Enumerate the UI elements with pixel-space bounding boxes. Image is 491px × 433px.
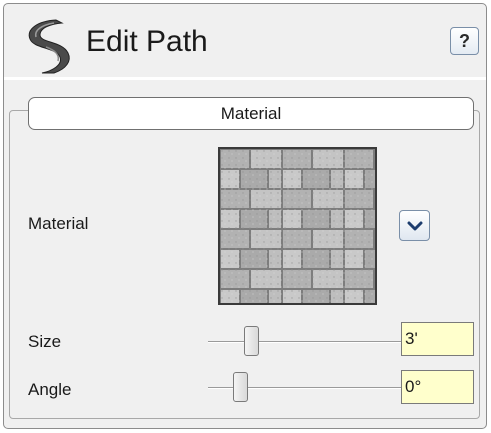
- angle-input[interactable]: [401, 370, 474, 404]
- size-input[interactable]: [401, 322, 474, 356]
- chevron-down-icon: [407, 221, 423, 231]
- size-slider-track[interactable]: [208, 341, 401, 343]
- path-icon: [28, 19, 70, 74]
- size-slider-thumb[interactable]: [244, 326, 259, 356]
- size-label: Size: [28, 332, 62, 351]
- material-dropdown-button[interactable]: [399, 210, 430, 241]
- help-button[interactable]: ?: [450, 27, 479, 55]
- panel-header: Edit Path ?: [4, 4, 486, 80]
- page-title: Edit Path: [86, 25, 208, 58]
- material-section-header[interactable]: Material: [28, 97, 474, 130]
- edit-path-panel: Edit Path ? Material Material Size 3' An…: [3, 3, 487, 429]
- angle-slider-thumb[interactable]: [233, 372, 248, 402]
- material-label: Material: [28, 214, 89, 233]
- material-swatch[interactable]: [218, 147, 377, 305]
- angle-label: Angle: [28, 380, 72, 399]
- paver-stone-texture: [220, 149, 375, 303]
